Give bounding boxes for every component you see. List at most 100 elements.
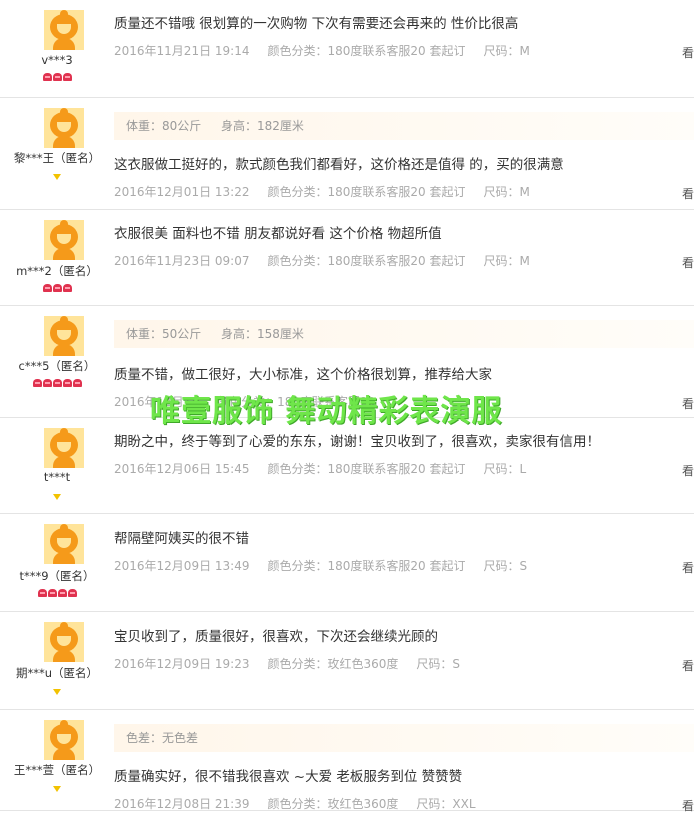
view-more-link[interactable]: 看 xyxy=(682,462,694,479)
buyer-level-badge xyxy=(0,687,114,697)
reviewer-name: t***t xyxy=(43,470,71,484)
reviewer-info: c***5（匿名） xyxy=(0,306,114,417)
avatar[interactable] xyxy=(44,316,84,356)
reviewer-info: m***2（匿名） xyxy=(0,210,114,305)
watermark-text: 唯壹服饰 舞动精彩表演服 xyxy=(150,394,503,429)
review-date: 2016年11月21日 19:14 xyxy=(114,44,250,58)
reviewer-name: t***9（匿名） xyxy=(19,569,95,583)
review-item: t***9（匿名） 帮隔壁阿姨买的很不错 2016年12月09日 13:49 颜色分类… xyxy=(0,514,694,612)
avatar[interactable] xyxy=(44,428,84,468)
buyer-level-badge xyxy=(0,589,114,599)
spec-weight: 色差：无色差 xyxy=(126,731,199,745)
review-comment: 质量还不错哦 很划算的一次购物 下次有需要还会再来的 性价比很高 xyxy=(114,16,519,32)
spec-weight: 体重：80公斤 xyxy=(126,119,202,133)
size-label: 尺码：S xyxy=(483,559,528,573)
view-more-link[interactable]: 看 xyxy=(682,44,694,61)
buyer-level-badge xyxy=(0,172,114,182)
heart-icon xyxy=(42,284,52,292)
size-label: 尺码：L xyxy=(483,462,527,476)
review-content: 帮隔壁阿姨买的很不错 2016年12月09日 13:49 颜色分类：180度联系客服… xyxy=(114,514,694,611)
avatar[interactable] xyxy=(44,108,84,148)
buyer-level-badge xyxy=(0,784,114,794)
view-more-link[interactable]: 看 xyxy=(682,185,694,202)
review-comment: 衣服很美 面料也不错 朋友都说好看 这个价格 物超所值 xyxy=(114,226,442,242)
review-meta: 2016年12月01日 13:22 颜色分类：180度联系客服20 套起订 尺码：M xyxy=(114,183,548,200)
reviewer-name: 王***萱（匿名） xyxy=(13,763,101,777)
view-more-link[interactable]: 看 xyxy=(682,797,694,814)
review-item: 期***u（匿名） 宝贝收到了，质量很好，很喜欢，下次还会继续光顾的 2016年12… xyxy=(0,612,694,710)
review-item: 黎***王（匿名） 体重：80公斤 身高：182厘米这衣服做工挺好的，款式颜色我们都… xyxy=(0,98,694,210)
size-label: 尺码：XXL xyxy=(416,797,476,811)
review-comment: 期盼之中，终于等到了心爱的东东，谢谢！宝贝收到了，很喜欢，卖家很有信用！ xyxy=(114,434,600,450)
heart-icon xyxy=(37,589,47,597)
review-meta: 2016年12月09日 19:23 颜色分类：玫红色360度 尺码：S xyxy=(114,655,478,672)
reviewer-name: c***5（匿名） xyxy=(18,359,96,373)
color-category: 颜色分类：180度联系客服20 套起订 xyxy=(267,559,466,573)
review-comment: 宝贝收到了，质量很好，很喜欢，下次还会继续光顾的 xyxy=(114,629,438,645)
diamond-icon xyxy=(53,174,61,180)
review-content: 体重：80公斤 身高：182厘米这衣服做工挺好的，款式颜色我们都看好，这价格还是值… xyxy=(114,98,694,209)
spec-weight: 体重：50公斤 xyxy=(126,327,202,341)
review-meta: 2016年12月08日 21:39 颜色分类：玫红色360度 尺码：XXL xyxy=(114,795,494,812)
review-comment: 质量确实好，很不错我很喜欢 ~大爱 老板服务到位 赞赞赞 xyxy=(114,769,463,785)
review-meta: 2016年11月21日 19:14 颜色分类：180度联系客服20 套起订 尺码：M xyxy=(114,42,548,59)
review-comment: 这衣服做工挺好的，款式颜色我们都看好，这价格还是值得 的，买的很满意 xyxy=(114,157,564,173)
view-more-link[interactable]: 看 xyxy=(682,559,694,576)
review-content: 衣服很美 面料也不错 朋友都说好看 这个价格 物超所值 2016年11月23日 0… xyxy=(114,210,694,305)
size-label: 尺码：M xyxy=(483,44,530,58)
color-category: 颜色分类：180度联系客服20 套起订 xyxy=(267,185,466,199)
color-category: 颜色分类：玫红色360度 xyxy=(267,797,399,811)
reviewer-info: 黎***王（匿名） xyxy=(0,98,114,209)
body-spec-bar: 色差：无色差 xyxy=(114,724,694,752)
review-content: 宝贝收到了，质量很好，很喜欢，下次还会继续光顾的 2016年12月09日 19:2… xyxy=(114,612,694,709)
reviewer-info: t***9（匿名） xyxy=(0,514,114,611)
review-comment: 帮隔壁阿姨买的很不错 xyxy=(114,531,249,547)
heart-icon xyxy=(52,284,62,292)
size-label: 尺码：M xyxy=(483,254,530,268)
review-meta: 2016年12月09日 13:49 颜色分类：180度联系客服20 套起订 尺码：S xyxy=(114,557,545,574)
review-content: 期盼之中，终于等到了心爱的东东，谢谢！宝贝收到了，很喜欢，卖家很有信用！ 2016… xyxy=(114,418,694,513)
view-more-link[interactable]: 看 xyxy=(682,657,694,674)
diamond-icon xyxy=(53,689,61,695)
reviewer-info: v***3 xyxy=(0,0,114,97)
review-date: 2016年12月08日 21:39 xyxy=(114,797,250,811)
review-date: 2016年12月09日 13:49 xyxy=(114,559,250,573)
view-more-link[interactable]: 看 xyxy=(682,395,694,412)
avatar[interactable] xyxy=(44,622,84,662)
size-label: 尺码：S xyxy=(416,657,461,671)
avatar[interactable] xyxy=(44,524,84,564)
view-more-link[interactable]: 看 xyxy=(682,254,694,271)
heart-icon xyxy=(32,379,42,387)
color-category: 颜色分类：180度联系客服20 套起订 xyxy=(267,462,466,476)
heart-icon xyxy=(42,379,52,387)
heart-icon xyxy=(62,284,72,292)
heart-icon xyxy=(57,589,67,597)
heart-icon xyxy=(52,379,62,387)
heart-icon xyxy=(47,589,57,597)
review-date: 2016年12月09日 19:23 xyxy=(114,657,250,671)
review-date: 2016年12月06日 15:45 xyxy=(114,462,250,476)
avatar[interactable] xyxy=(44,10,84,50)
heart-icon xyxy=(42,73,52,81)
review-meta: 2016年12月06日 15:45 颜色分类：180度联系客服20 套起订 尺码：L xyxy=(114,460,544,477)
reviewer-info: t***t xyxy=(0,418,114,513)
review-date: 2016年12月01日 13:22 xyxy=(114,185,250,199)
review-comment: 质量不错，做工很好，大小标准，这个价格很划算，推荐给大家 xyxy=(114,367,492,383)
buyer-level-badge xyxy=(0,492,114,502)
avatar[interactable] xyxy=(44,220,84,260)
heart-icon xyxy=(67,589,77,597)
color-category: 颜色分类：180度联系客服20 套起订 xyxy=(267,44,466,58)
body-spec-bar: 体重：80公斤 身高：182厘米 xyxy=(114,112,694,140)
heart-icon xyxy=(52,73,62,81)
review-item: 王***萱（匿名） 色差：无色差质量确实好，很不错我很喜欢 ~大爱 老板服务到位 … xyxy=(0,710,694,813)
spec-height: 身高：158厘米 xyxy=(221,327,304,341)
color-category: 颜色分类：180度联系客服20 套起订 xyxy=(267,254,466,268)
heart-icon xyxy=(72,379,82,387)
diamond-icon xyxy=(53,494,61,500)
buyer-level-badge xyxy=(0,379,114,389)
spec-height: 身高：182厘米 xyxy=(221,119,304,133)
body-spec-bar: 体重：50公斤 身高：158厘米 xyxy=(114,320,694,348)
review-content: 色差：无色差质量确实好，很不错我很喜欢 ~大爱 老板服务到位 赞赞赞 2016年1… xyxy=(114,710,694,813)
reviewer-name: 黎***王（匿名） xyxy=(13,151,101,165)
avatar[interactable] xyxy=(44,720,84,760)
